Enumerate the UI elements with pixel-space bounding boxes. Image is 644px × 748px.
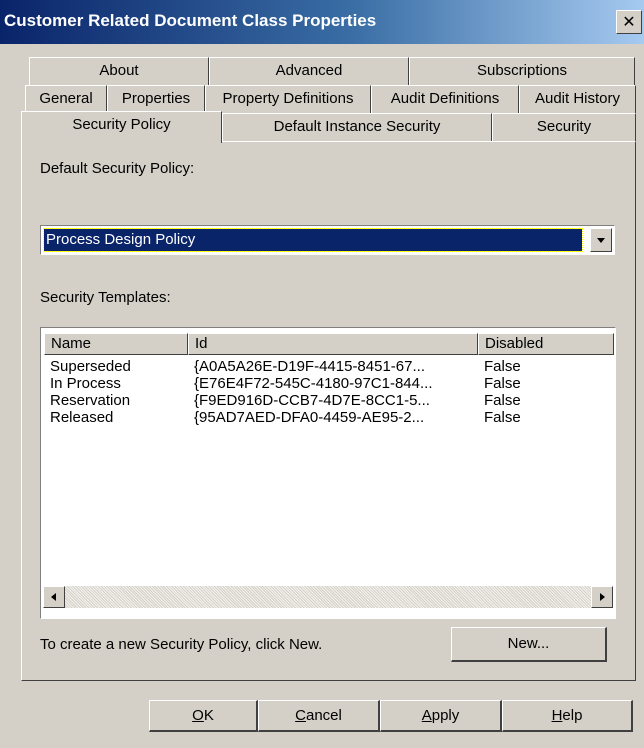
table-row[interactable]: Reservation {F9ED916D-CCB7-4D7E-8CC1-5..… bbox=[41, 392, 601, 409]
row-id: {F9ED916D-CCB7-4D7E-8CC1-5... bbox=[194, 392, 430, 409]
ok-mnemonic: O bbox=[192, 707, 204, 724]
tab-security[interactable]: Security bbox=[492, 113, 636, 141]
help-button[interactable]: Help bbox=[502, 700, 633, 732]
row-disabled: False bbox=[484, 358, 521, 375]
apply-button[interactable]: Apply bbox=[380, 700, 502, 732]
row-disabled: False bbox=[484, 375, 521, 392]
close-button[interactable]: ✕ bbox=[616, 10, 642, 34]
row-disabled: False bbox=[484, 392, 521, 409]
scroll-right-button[interactable] bbox=[591, 586, 613, 608]
row-name: Released bbox=[50, 409, 114, 426]
row-name: Reservation bbox=[50, 392, 131, 409]
close-icon: ✕ bbox=[622, 12, 636, 31]
tab-general[interactable]: General bbox=[25, 85, 107, 113]
apply-mnemonic: A bbox=[421, 707, 432, 724]
cancel-mnemonic: C bbox=[295, 707, 306, 724]
new-policy-button[interactable]: New... bbox=[451, 627, 607, 662]
tab-about[interactable]: About bbox=[29, 57, 209, 85]
security-templates-label: Security Templates: bbox=[40, 289, 171, 306]
table-row[interactable]: Superseded {A0A5A26E-D19F-4415-8451-67..… bbox=[41, 358, 601, 375]
apply-label-rest: pply bbox=[431, 707, 460, 724]
scroll-left-icon bbox=[51, 593, 56, 601]
window-title: Customer Related Document Class Properti… bbox=[4, 11, 377, 30]
scroll-right-icon bbox=[600, 593, 605, 601]
scroll-left-button[interactable] bbox=[43, 586, 65, 608]
tab-security-policy[interactable]: Security Policy bbox=[21, 111, 222, 143]
title-bar[interactable]: Customer Related Document Class Properti… bbox=[0, 0, 644, 44]
chevron-down-icon bbox=[597, 238, 605, 243]
cancel-label-rest: ancel bbox=[305, 707, 342, 724]
row-disabled: False bbox=[484, 409, 521, 426]
tab-default-instance-security[interactable]: Default Instance Security bbox=[222, 113, 492, 141]
default-security-policy-dropdown[interactable]: Process Design Policy bbox=[40, 225, 615, 255]
row-id: {95AD7AED-DFA0-4459-AE95-2... bbox=[194, 409, 425, 426]
tab-properties[interactable]: Properties bbox=[107, 85, 205, 113]
table-row[interactable]: Released {95AD7AED-DFA0-4459-AE95-2... F… bbox=[41, 409, 601, 426]
horizontal-scrollbar[interactable] bbox=[43, 586, 613, 608]
security-templates-list[interactable]: Name Id Disabled Superseded {A0A5A26E-D1… bbox=[40, 327, 616, 619]
ok-label-rest: K bbox=[203, 707, 214, 724]
dropdown-button[interactable] bbox=[590, 228, 612, 252]
default-security-policy-label: Default Security Policy: bbox=[40, 160, 195, 177]
properties-dialog: Customer Related Document Class Properti… bbox=[0, 0, 644, 748]
row-id: {A0A5A26E-D19F-4415-8451-67... bbox=[194, 358, 425, 375]
row-name: Superseded bbox=[50, 358, 131, 375]
tab-audit-definitions[interactable]: Audit Definitions bbox=[371, 85, 519, 113]
ok-button[interactable]: OK bbox=[149, 700, 258, 732]
row-name: In Process bbox=[50, 375, 121, 392]
tab-audit-history[interactable]: Audit History bbox=[519, 85, 636, 113]
column-header-id[interactable]: Id bbox=[188, 333, 478, 355]
row-id: {E76E4F72-545C-4180-97C1-844... bbox=[194, 375, 433, 392]
cancel-button[interactable]: Cancel bbox=[258, 700, 380, 732]
tab-advanced[interactable]: Advanced bbox=[209, 57, 409, 85]
table-row[interactable]: In Process {E76E4F72-545C-4180-97C1-844.… bbox=[41, 375, 601, 392]
column-header-name[interactable]: Name bbox=[44, 333, 188, 355]
selected-policy-value: Process Design Policy bbox=[43, 228, 583, 252]
tab-property-definitions[interactable]: Property Definitions bbox=[205, 85, 371, 113]
new-policy-hint: To create a new Security Policy, click N… bbox=[40, 636, 323, 653]
tab-subscriptions[interactable]: Subscriptions bbox=[409, 57, 635, 85]
help-label-rest: elp bbox=[562, 707, 583, 724]
column-header-disabled[interactable]: Disabled bbox=[478, 333, 614, 355]
help-mnemonic: H bbox=[551, 707, 563, 724]
